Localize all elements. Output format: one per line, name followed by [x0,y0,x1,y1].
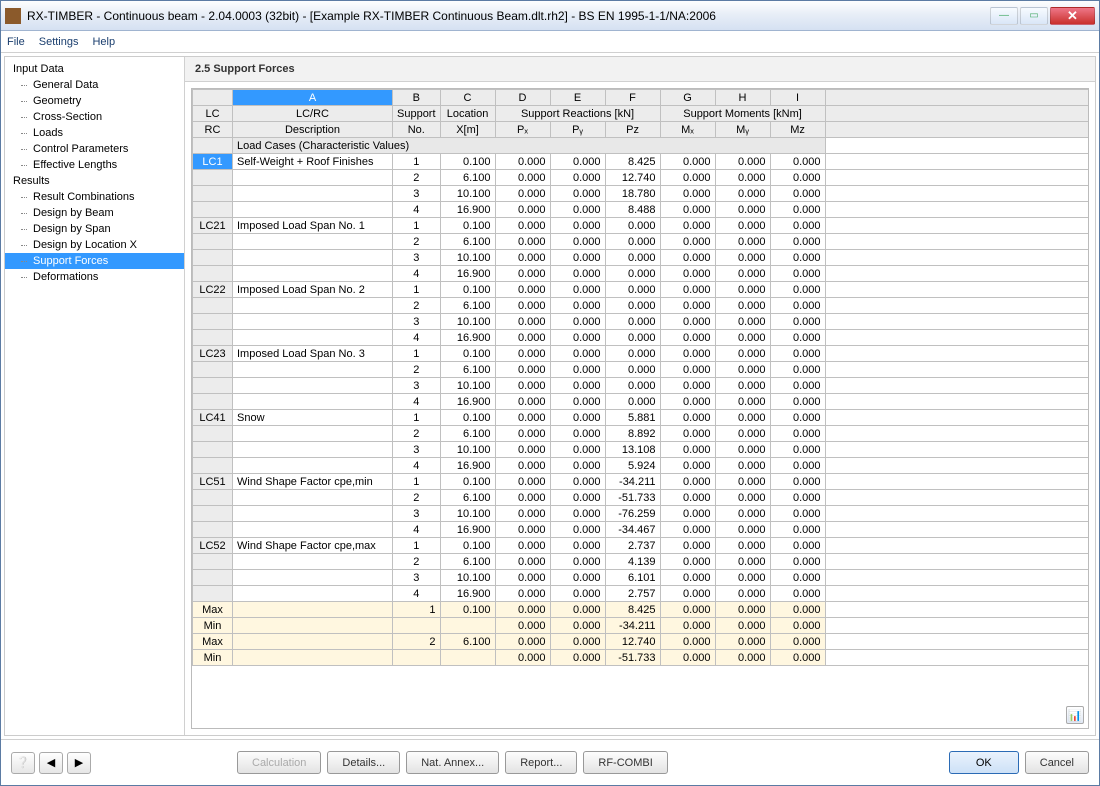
table-row[interactable]: 416.9000.0000.0002.7570.0000.0000.000 [193,586,1089,602]
sidebar-item[interactable]: General Data [5,77,184,93]
sidebar-item[interactable]: Geometry [5,93,184,109]
col-letter[interactable]: I [770,90,825,106]
table-row[interactable]: LC23Imposed Load Span No. 310.1000.0000.… [193,346,1089,362]
sidebar-item[interactable]: Support Forces [5,253,184,269]
table-row[interactable]: 26.1000.0000.0000.0000.0000.0000.000 [193,298,1089,314]
table-row[interactable]: 416.9000.0000.0000.0000.0000.0000.000 [193,394,1089,410]
main-panel: 2.5 Support Forces ABCDEFGHILCLC/RCSuppo… [185,57,1095,735]
table-row[interactable]: 416.9000.0000.000-34.4670.0000.0000.000 [193,522,1089,538]
col-letter[interactable]: E [550,90,605,106]
client-area: Input DataGeneral DataGeometryCross-Sect… [4,56,1096,736]
table-row[interactable]: 310.1000.0000.0006.1010.0000.0000.000 [193,570,1089,586]
table-row[interactable]: 26.1000.0000.000-51.7330.0000.0000.000 [193,490,1089,506]
col-letter[interactable]: A [233,90,393,106]
footer: ❔ ◀ ▶ Calculation Details... Nat. Annex.… [1,739,1099,785]
app-window: RX-TIMBER - Continuous beam - 2.04.0003 … [0,0,1100,786]
menu-file[interactable]: File [7,36,25,48]
next-icon[interactable]: ▶ [67,752,91,774]
col-letter[interactable]: B [393,90,441,106]
calculation-button[interactable]: Calculation [237,751,321,774]
nat-annex-button[interactable]: Nat. Annex... [406,751,499,774]
prev-icon[interactable]: ◀ [39,752,63,774]
table-row[interactable]: LC1Self-Weight + Roof Finishes10.1000.00… [193,154,1089,170]
col-letter[interactable]: C [440,90,495,106]
sidebar-item[interactable]: Design by Span [5,221,184,237]
table-row[interactable]: 26.1000.0000.0000.0000.0000.0000.000 [193,362,1089,378]
table-row[interactable]: LC51Wind Shape Factor cpe,min10.1000.000… [193,474,1089,490]
sidebar-item[interactable]: Cross-Section [5,109,184,125]
summary-row[interactable]: Min0.0000.000-34.2110.0000.0000.000 [193,618,1089,634]
table-row[interactable]: 310.1000.0000.0000.0000.0000.0000.000 [193,378,1089,394]
minimize-button[interactable]: — [990,7,1018,25]
table-row[interactable]: 310.1000.0000.000-76.2590.0000.0000.000 [193,506,1089,522]
chart-icon[interactable]: 📊 [1066,706,1084,724]
table-row[interactable]: 416.9000.0000.0008.4880.0000.0000.000 [193,202,1089,218]
table-row[interactable]: 310.1000.0000.0000.0000.0000.0000.000 [193,314,1089,330]
menu-help[interactable]: Help [92,36,115,48]
sidebar-group: Input Data [5,61,184,77]
sidebar-item[interactable]: Deformations [5,269,184,285]
table-row[interactable]: LC41Snow10.1000.0000.0005.8810.0000.0000… [193,410,1089,426]
table-row[interactable]: LC52Wind Shape Factor cpe,max10.1000.000… [193,538,1089,554]
sidebar-item[interactable]: Result Combinations [5,189,184,205]
col-letter[interactable]: D [495,90,550,106]
summary-row[interactable]: Max26.1000.0000.00012.7400.0000.0000.000 [193,634,1089,650]
close-button[interactable]: ✕ [1050,7,1095,25]
rf-combi-button[interactable]: RF-COMBI [583,751,667,774]
cancel-button[interactable]: Cancel [1025,751,1089,774]
help-icon[interactable]: ❔ [11,752,35,774]
col-letter[interactable]: F [605,90,660,106]
sidebar-item[interactable]: Design by Beam [5,205,184,221]
ok-button[interactable]: OK [949,751,1019,774]
group-header: Load Cases (Characteristic Values) [233,138,826,154]
table-row[interactable]: 416.9000.0000.0000.0000.0000.0000.000 [193,330,1089,346]
titlebar[interactable]: RX-TIMBER - Continuous beam - 2.04.0003 … [1,1,1099,31]
table-row[interactable]: 416.9000.0000.0000.0000.0000.0000.000 [193,266,1089,282]
results-grid[interactable]: ABCDEFGHILCLC/RCSupportLocationSupport R… [191,88,1089,729]
col-letter[interactable]: G [660,90,715,106]
menu-settings[interactable]: Settings [39,36,79,48]
sidebar-item[interactable]: Control Parameters [5,141,184,157]
summary-row[interactable]: Max10.1000.0000.0008.4250.0000.0000.000 [193,602,1089,618]
table-row[interactable]: 26.1000.0000.00012.7400.0000.0000.000 [193,170,1089,186]
maximize-button[interactable]: ▭ [1020,7,1048,25]
table-row[interactable]: 416.9000.0000.0005.9240.0000.0000.000 [193,458,1089,474]
sidebar-item[interactable]: Loads [5,125,184,141]
table-row[interactable]: 26.1000.0000.0004.1390.0000.0000.000 [193,554,1089,570]
sidebar-group: Results [5,173,184,189]
details-button[interactable]: Details... [327,751,400,774]
report-button[interactable]: Report... [505,751,577,774]
table-row[interactable]: 26.1000.0000.0008.8920.0000.0000.000 [193,426,1089,442]
table-row[interactable]: LC21Imposed Load Span No. 110.1000.0000.… [193,218,1089,234]
table-row[interactable]: 310.1000.0000.00018.7800.0000.0000.000 [193,186,1089,202]
window-title: RX-TIMBER - Continuous beam - 2.04.0003 … [27,9,988,23]
section-title: 2.5 Support Forces [185,57,1095,82]
table-row[interactable]: LC22Imposed Load Span No. 210.1000.0000.… [193,282,1089,298]
table-row[interactable]: 310.1000.0000.0000.0000.0000.0000.000 [193,250,1089,266]
summary-row[interactable]: Min0.0000.000-51.7330.0000.0000.000 [193,650,1089,666]
sidebar-item[interactable]: Design by Location X [5,237,184,253]
menubar: File Settings Help [1,31,1099,53]
col-letter[interactable]: H [715,90,770,106]
sidebar: Input DataGeneral DataGeometryCross-Sect… [5,57,185,735]
table-row[interactable]: 26.1000.0000.0000.0000.0000.0000.000 [193,234,1089,250]
sidebar-item[interactable]: Effective Lengths [5,157,184,173]
app-icon [5,8,21,24]
table-row[interactable]: 310.1000.0000.00013.1080.0000.0000.000 [193,442,1089,458]
